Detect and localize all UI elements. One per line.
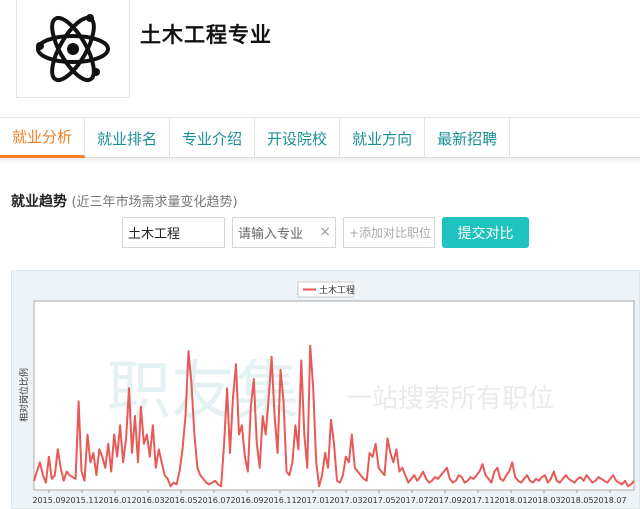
x-tick-label: 2016.09 xyxy=(230,496,263,505)
x-tick-label: 2018.07 xyxy=(593,496,626,505)
x-tick-label: 2015.09 xyxy=(32,496,65,505)
legend-label: 土木工程 xyxy=(319,284,355,296)
x-tick-label: 2016.03 xyxy=(131,496,164,505)
x-tick-label: 2016.01 xyxy=(98,496,131,505)
x-tick-label: 2015.11 xyxy=(65,496,98,505)
compare-major-input[interactable]: 请输入专业 × xyxy=(232,217,336,248)
tab-employment-ranking[interactable]: 就业排名 xyxy=(85,118,171,158)
x-tick-label: 2016.05 xyxy=(164,496,197,505)
page-title: 土木工程专业 xyxy=(140,23,272,47)
y-axis-label: 相对岗位比例 xyxy=(18,368,30,422)
clear-icon[interactable]: × xyxy=(319,224,331,240)
major-input-value: 土木工程 xyxy=(128,227,181,242)
logo[interactable] xyxy=(16,0,130,98)
tab-employment-analysis[interactable]: 就业分析 xyxy=(0,118,86,158)
section-title: 就业趋势 (近三年市场需求量变化趋势) xyxy=(11,191,238,211)
x-tick-label: 2017.01 xyxy=(296,496,329,505)
tab-colleges[interactable]: 开设院校 xyxy=(255,118,341,158)
watermark-small: 一站搜索所有职位 xyxy=(346,384,554,414)
section-title-main: 就业趋势 xyxy=(11,194,67,210)
nav-shadow xyxy=(0,158,640,164)
tab-career-direction[interactable]: 就业方向 xyxy=(340,118,426,158)
add-compare-job-placeholder: +添加对比职位 xyxy=(349,226,432,240)
header: 土木工程专业 xyxy=(0,0,640,118)
legend: 土木工程 xyxy=(297,281,355,298)
x-tick-label: 2017.05 xyxy=(362,496,395,505)
x-tick-label: 2017.09 xyxy=(428,496,461,505)
atom-icon xyxy=(36,13,110,82)
x-axis-ticks: 2015.09 2015.11 2016.01 2016.03 2016.05 2016.… xyxy=(32,490,627,505)
x-tick-label: 2018.03 xyxy=(527,496,560,505)
section-title-sub: (近三年市场需求量变化趋势) xyxy=(71,195,238,210)
major-input[interactable]: 土木工程 xyxy=(122,217,225,248)
main-nav: 就业分析 就业排名 专业介绍 开设院校 就业方向 最新招聘 xyxy=(0,118,640,158)
trend-line-chart: 职友集 一站搜索所有职位 土木工程 相对岗位比例 2015.09 2015.11 2… xyxy=(18,281,635,505)
trend-chart: 职友集 一站搜索所有职位 土木工程 相对岗位比例 2015.09 2015.11 2… xyxy=(11,270,640,509)
x-tick-label: 2018.05 xyxy=(560,496,593,505)
x-tick-label: 2017.07 xyxy=(395,496,428,505)
submit-compare-button[interactable]: 提交对比 xyxy=(442,217,529,248)
x-tick-label: 2018.01 xyxy=(494,496,527,505)
tab-major-intro[interactable]: 专业介绍 xyxy=(170,118,256,158)
add-compare-job-input[interactable]: +添加对比职位 xyxy=(343,217,435,248)
compare-major-placeholder: 请输入专业 xyxy=(238,227,304,242)
x-tick-label: 2016.11 xyxy=(263,496,296,505)
tab-latest-jobs[interactable]: 最新招聘 xyxy=(425,118,511,158)
x-tick-label: 2017.03 xyxy=(329,496,362,505)
x-tick-label: 2016.07 xyxy=(197,496,230,505)
x-tick-label: 2017.11 xyxy=(461,496,494,505)
